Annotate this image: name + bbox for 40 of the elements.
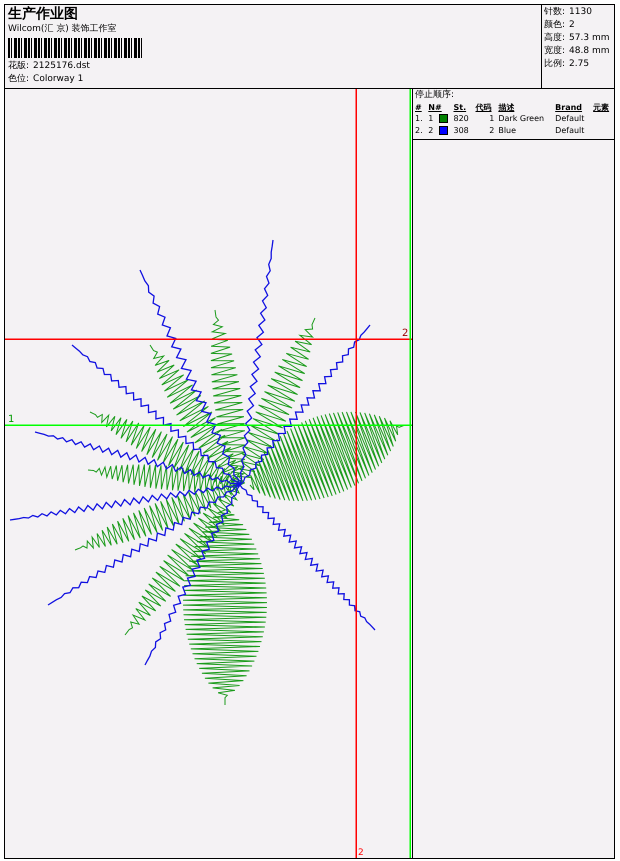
table-cell-text: 2. [414,125,424,137]
table-cell-text: 308 [452,125,470,137]
table-cell-text: 1. [414,113,424,125]
table-cell-text: 1 [488,113,496,125]
column-header: N# [427,102,443,113]
stat-value: 1130 [569,6,592,19]
column-header: Brand [554,102,584,113]
stat-label: 针数: [544,6,566,19]
table-cell-text: Default [554,113,586,125]
table-cell-text: Blue [497,125,518,137]
column-header: 代码 [474,102,493,113]
table-cell-text: 1 [427,113,434,125]
stat-label: 高度: [544,32,566,45]
colorway-value: Colorway 1 [33,73,84,86]
stat-label: 宽度: [544,45,566,58]
guide-label: 2 [358,848,364,858]
colorway-label: 色位: [8,73,30,86]
stop-sequence-title: 停止顺序: [414,89,456,102]
guide-label: 2 [402,328,408,339]
column-header: # [414,102,423,113]
table-cell-text: 820 [452,113,470,125]
table-cell-text: 2 [427,125,434,137]
stat-label: 颜色: [544,19,566,32]
design-file-value: 2125176.dst [33,60,90,73]
barcode-icon [8,38,142,58]
stat-value: 48.8 mm [569,45,610,58]
stat-value: 57.3 mm [569,32,610,45]
company-name: Wilcom(汇 京) 装饰工作室 [8,23,118,36]
design-file-label: 花版: [8,60,30,73]
table-cell-text: 2 [488,125,496,137]
stat-value: 2 [569,19,575,32]
table-cell-text: Default [554,125,586,137]
worksheet-title: 生产作业图 [8,6,79,23]
column-header: 元素 [592,102,610,113]
column-header: St. [452,102,468,113]
stat-value: 2.75 [569,58,590,71]
table-cell-text: Dark Green [497,113,546,125]
column-header: 描述 [497,102,516,113]
stat-label: 比例: [544,58,566,71]
guide-label: 1 [8,414,14,425]
